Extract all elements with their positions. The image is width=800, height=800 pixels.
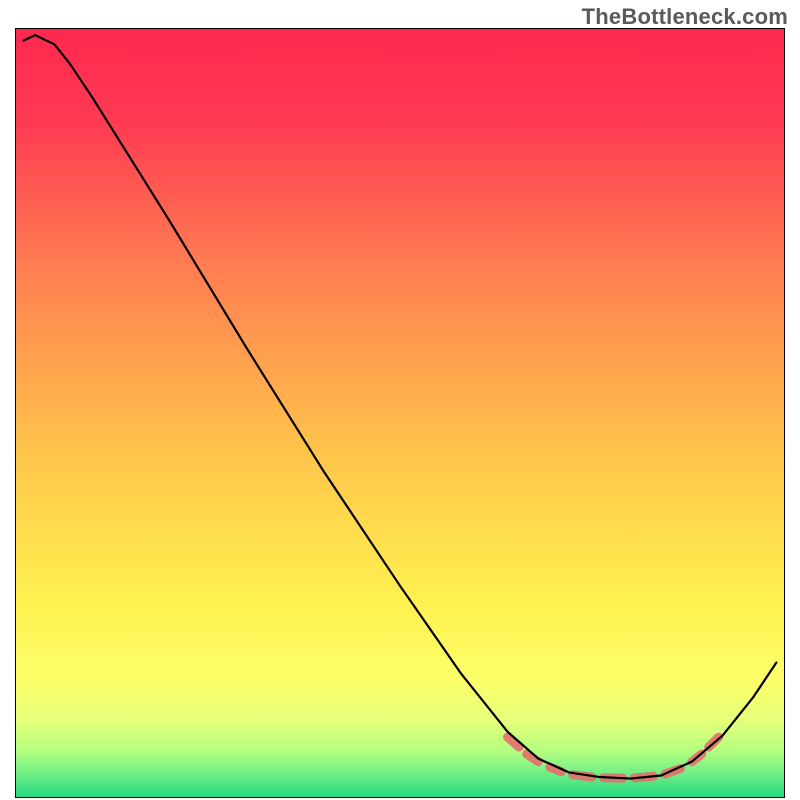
plot-area: [15, 28, 785, 798]
bottleneck-curve: [24, 35, 777, 778]
highlight-dash-group: [508, 737, 719, 778]
watermark-text: TheBottleneck.com: [582, 4, 788, 30]
chart-container: TheBottleneck.com: [0, 0, 800, 800]
highlight-dash: [508, 737, 520, 747]
plot-svg: [16, 29, 784, 797]
